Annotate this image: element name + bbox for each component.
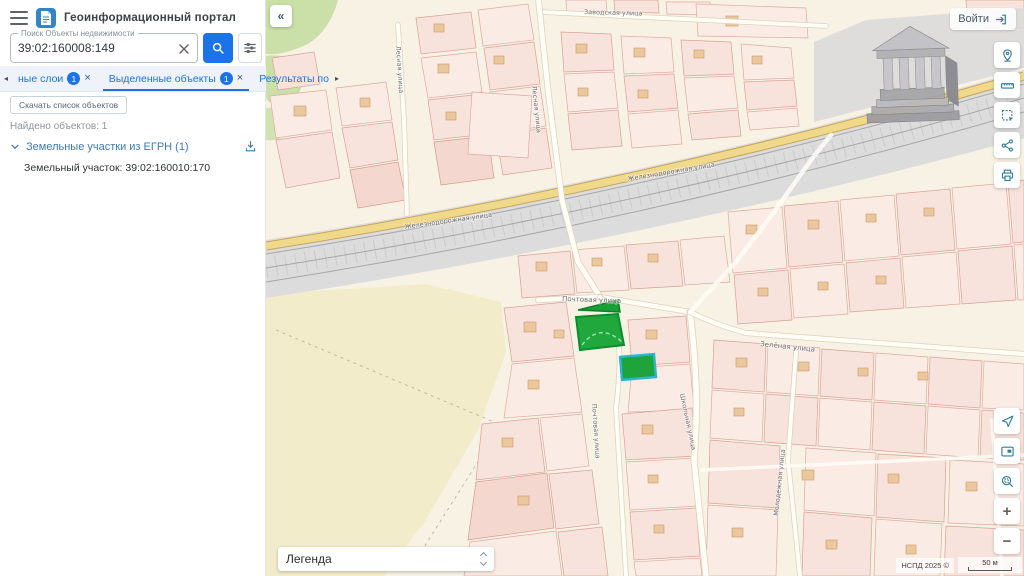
tab-selected-close-icon[interactable]: × <box>237 73 243 84</box>
clear-icon[interactable] <box>176 41 192 57</box>
street-label-zavodskaya: Заводская улица <box>584 8 643 18</box>
result-group-label: Земельные участки из ЕГРН (1) <box>26 141 238 153</box>
search-area-button[interactable] <box>994 468 1020 494</box>
search-area-icon <box>1000 474 1015 489</box>
tab-results[interactable]: Результаты по <box>253 66 331 91</box>
navigation-arrow-icon <box>1000 414 1015 429</box>
select-area-icon <box>1000 108 1015 123</box>
tab-bar: ◂ ные слои 1 × Выделенные объекты 1 × Ре… <box>0 66 266 92</box>
ruler-icon <box>1000 78 1015 93</box>
search-icon <box>211 41 225 55</box>
scale-bar <box>968 567 1012 571</box>
zoom-in-button[interactable]: + <box>994 498 1020 524</box>
map-attribution: НСПД 2025 © <box>896 558 954 573</box>
result-item[interactable]: Земельный участок: 39:02:160010:170 <box>24 162 210 174</box>
search-row: Поиск Объекты недвижимости <box>10 33 262 63</box>
download-list-button[interactable]: Скачать список объектов <box>10 96 127 114</box>
sidebar-collapse-button[interactable]: « <box>270 5 292 27</box>
navigate-button[interactable] <box>994 408 1020 434</box>
filter-button[interactable] <box>238 33 262 63</box>
map-toolbar-top <box>994 42 1020 188</box>
location-icon <box>1000 48 1015 63</box>
map-toolbar-bottom: + − <box>994 408 1020 554</box>
tab-layers[interactable]: ные слои 1 × <box>12 66 97 91</box>
geoportal-app: Заводская улица Лесная улица Лесная улиц… <box>0 0 1024 576</box>
tab-layers-label: ные слои <box>18 73 63 85</box>
legend-toggle[interactable]: Легенда <box>278 547 494 571</box>
menu-icon[interactable] <box>10 11 28 25</box>
location-button[interactable] <box>994 42 1020 68</box>
tab-layers-close-icon[interactable]: × <box>84 73 90 84</box>
sidebar-header: Геоинформационный портал <box>10 6 236 30</box>
login-button[interactable]: Войти <box>950 8 1016 30</box>
map-canvas[interactable]: Заводская улица Лесная улица Лесная улиц… <box>266 0 1024 576</box>
scale-control: 50 м <box>958 557 1022 573</box>
zoom-out-button[interactable]: − <box>994 528 1020 554</box>
download-icon[interactable] <box>244 140 257 153</box>
tabs-scroll-left-icon[interactable]: ◂ <box>0 74 12 83</box>
search-input[interactable] <box>18 35 168 61</box>
search-button[interactable] <box>203 33 233 63</box>
tab-layers-badge: 1 <box>67 72 80 85</box>
select-area-button[interactable] <box>994 102 1020 128</box>
app-title: Геоинформационный портал <box>64 12 236 24</box>
tab-selected-badge: 1 <box>220 72 233 85</box>
sidebar-panel: Геоинформационный портал Поиск Объекты н… <box>0 0 266 576</box>
tab-results-label: Результаты по <box>259 73 329 85</box>
share-icon <box>1000 138 1015 153</box>
share-button[interactable] <box>994 132 1020 158</box>
print-button[interactable] <box>994 162 1020 188</box>
expand-collapse-icon <box>481 553 486 565</box>
highlighted-parcel-selected[interactable] <box>620 354 656 380</box>
chevron-down-icon[interactable] <box>10 142 20 152</box>
measure-button[interactable] <box>994 72 1020 98</box>
login-icon <box>995 13 1008 26</box>
found-count: Найдено объектов: 1 <box>10 121 107 132</box>
overview-map-icon <box>1000 444 1015 459</box>
tab-selected-objects[interactable]: Выделенные объекты 1 × <box>103 66 249 91</box>
result-group-row[interactable]: Земельные участки из ЕГРН (1) <box>10 140 257 153</box>
filter-sliders-icon <box>243 41 257 55</box>
printer-icon <box>1000 168 1015 183</box>
search-box: Поиск Объекты недвижимости <box>10 33 198 63</box>
scale-label: 50 м <box>982 559 998 567</box>
tabs-scroll-right-icon[interactable]: ▸ <box>331 74 343 83</box>
tab-selected-label: Выделенные объекты <box>109 73 216 85</box>
login-label: Войти <box>958 13 989 25</box>
overview-map-button[interactable] <box>994 438 1020 464</box>
legend-label: Легенда <box>286 552 475 566</box>
map-area[interactable]: Заводская улица Лесная улица Лесная улиц… <box>266 0 1024 576</box>
app-logo <box>36 8 56 28</box>
